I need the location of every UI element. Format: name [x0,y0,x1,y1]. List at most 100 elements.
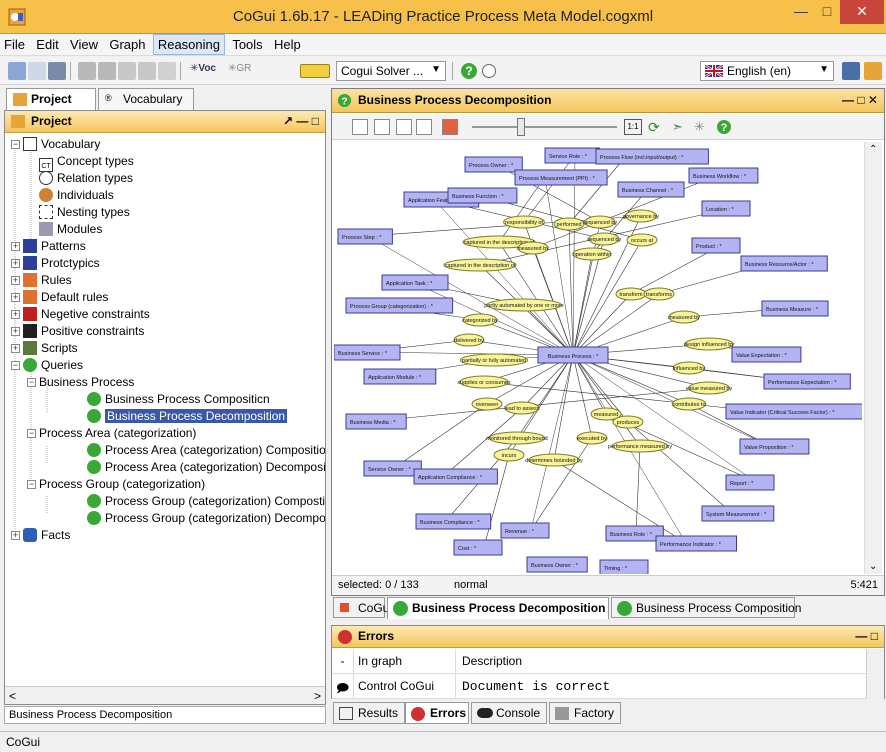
relation-label[interactable]: incurs [502,453,517,459]
save-icon[interactable] [48,62,66,80]
column-header[interactable]: - [332,649,354,674]
tree-relation-types[interactable]: Relation types [39,170,133,186]
relation-label[interactable]: design influenced by [684,342,734,348]
tree-positive-constraints[interactable]: Positive constraints [23,323,144,339]
solver-icon[interactable] [300,64,330,78]
tree-modules[interactable]: Modules [39,221,102,237]
tree-business-process[interactable]: Business Process [39,374,134,390]
edit-icon[interactable] [416,119,432,135]
tree-pa-decomposition[interactable]: Process Area (categorization) Decomposit… [87,459,325,475]
paste-icon[interactable] [138,62,156,80]
tree-bp-decomposition[interactable]: Business Process Decomposition [87,408,288,424]
collapse-toggle[interactable]: − [27,429,36,438]
tab-results[interactable]: Results [333,702,405,724]
concept-label[interactable]: Service Owner : * [368,467,412,473]
concept-label[interactable]: Process Measurement (PPI) : * [519,176,596,182]
tab-bp-decomposition[interactable]: Business Process Decomposition [387,597,609,619]
help-icon[interactable]: ? [716,119,732,135]
tree-nesting-types[interactable]: Nesting types [39,204,130,220]
concept-label[interactable]: Process Owner : * [469,163,514,169]
concept-label[interactable]: Business Measure : * [766,307,819,313]
column-header[interactable]: In graph [354,649,456,674]
language-select[interactable]: English (en) ▼ [700,61,834,81]
tab-bp-composition[interactable]: Business Process Composition [611,597,801,618]
new-project-icon[interactable] [8,62,26,80]
relation-label[interactable]: partly automated by one or more [484,303,564,309]
tree-default-rules[interactable]: Default rules [23,289,108,305]
concept-label[interactable]: Value Expectation : * [736,353,788,359]
minimize-button[interactable]: — [788,0,814,24]
expand-toggle[interactable]: + [11,259,20,268]
tab-errors[interactable]: Errors [405,702,469,724]
concept-label[interactable]: Business Owner : * [531,563,579,569]
relation-label[interactable]: determines bounded by [525,458,583,464]
tree-prototypics[interactable]: Protctypics [23,255,100,271]
menu-tools[interactable]: Tools [228,34,266,55]
concept-label[interactable]: Value Indicator (Critical Success Factor… [730,410,835,416]
scroll-up-icon[interactable]: ⌃ [869,144,877,155]
expand-toggle[interactable]: + [11,344,20,353]
relation-label[interactable]: value measured by [686,386,733,392]
zoom-reset-button[interactable]: 1:1 [624,119,642,135]
tree-process-group[interactable]: Process Group (categorization) [39,476,205,492]
open-icon[interactable] [28,62,46,80]
expand-graph-icon[interactable]: ➣ [672,119,683,135]
concept-label[interactable]: Performance Indicator : * [660,542,722,548]
tab-factory[interactable]: Factory [549,702,621,724]
menu-edit[interactable]: Edit [32,34,62,55]
relation-label[interactable]: operation within [573,252,612,258]
column-header[interactable]: Description [456,649,866,674]
concept-label[interactable]: Application Task : * [386,281,433,287]
voc-button[interactable]: ✳Voc [190,63,216,74]
tab-cogui[interactable]: CoGui [333,597,392,618]
relation-label[interactable]: produces [617,420,640,426]
concept-label[interactable]: Report : * [730,481,754,487]
tree-scripts[interactable]: Scripts [23,340,78,356]
concept-label[interactable]: Business Channel : * [622,188,674,194]
relation-label[interactable]: lead to assess [504,406,539,412]
copy-icon[interactable] [118,62,136,80]
graph-canvas[interactable]: responsibility of performed sequenced by ca… [334,142,862,574]
collapse-toggle[interactable]: − [11,140,20,149]
concept-label[interactable]: Service Role : * [549,154,588,160]
relation-label[interactable]: responsibility of [505,220,543,226]
concept-label[interactable]: Application Module : * [368,375,422,381]
maximize-button[interactable]: □ [814,0,840,24]
undo-icon[interactable] [78,62,96,80]
menu-graph[interactable]: Graph [105,34,149,55]
panel-controls[interactable]: ↗ — □ [283,114,319,128]
relation-label[interactable]: measured [594,412,618,418]
concept-label[interactable]: Business Resource/Actor : * [745,262,814,268]
tree-pg-decomposition[interactable]: Process Group (categorization) Decomposi… [87,510,325,526]
tree-rules[interactable]: Rules [23,272,72,288]
relation-label[interactable]: sequenced by [583,220,617,226]
redo-icon[interactable] [98,62,116,80]
relation-label[interactable]: supplies or consumes [457,380,510,386]
relation-label[interactable]: overseen [476,402,499,408]
solver-select[interactable]: Cogui Solver ... ▼ [336,61,446,81]
tree-queries[interactable]: Queries [23,357,83,373]
collapse-toggle[interactable]: − [27,480,36,489]
relation-label[interactable]: transform [619,292,643,298]
relation-label[interactable]: monitored through bound [486,436,547,442]
relation-label[interactable]: captured in the description of [445,263,516,269]
expand-toggle[interactable]: + [11,531,20,540]
concept-label[interactable]: System Measurement : * [706,512,767,518]
concept-label[interactable]: Business Media : * [350,420,396,426]
concept-label[interactable]: Business Function : * [452,194,505,200]
relation-label[interactable]: executed by [577,436,607,442]
cogui-toolbar-icon[interactable] [864,62,882,80]
tree-facts[interactable]: Facts [23,527,70,543]
tree-pg-composition[interactable]: Process Group (categorization) Compostio… [87,493,325,509]
relation-label[interactable]: categorized by [462,318,498,324]
horizontal-scrollbar[interactable]: < > [5,686,325,704]
tree-bp-composition[interactable]: Business Process Compositicn [87,391,270,407]
expand-toggle[interactable]: + [11,327,20,336]
concept-label[interactable]: Application Compliance : * [418,475,483,481]
concept-label[interactable]: Cost : * [458,546,477,552]
expand-toggle[interactable]: + [11,293,20,302]
graph-vertical-scrollbar[interactable]: ⌃ ⌄ [864,142,882,574]
errors-scrollbar[interactable] [866,649,884,699]
scroll-right-icon[interactable]: > [314,689,321,703]
concept-label[interactable]: Process Group (categorization) : * [350,304,434,310]
